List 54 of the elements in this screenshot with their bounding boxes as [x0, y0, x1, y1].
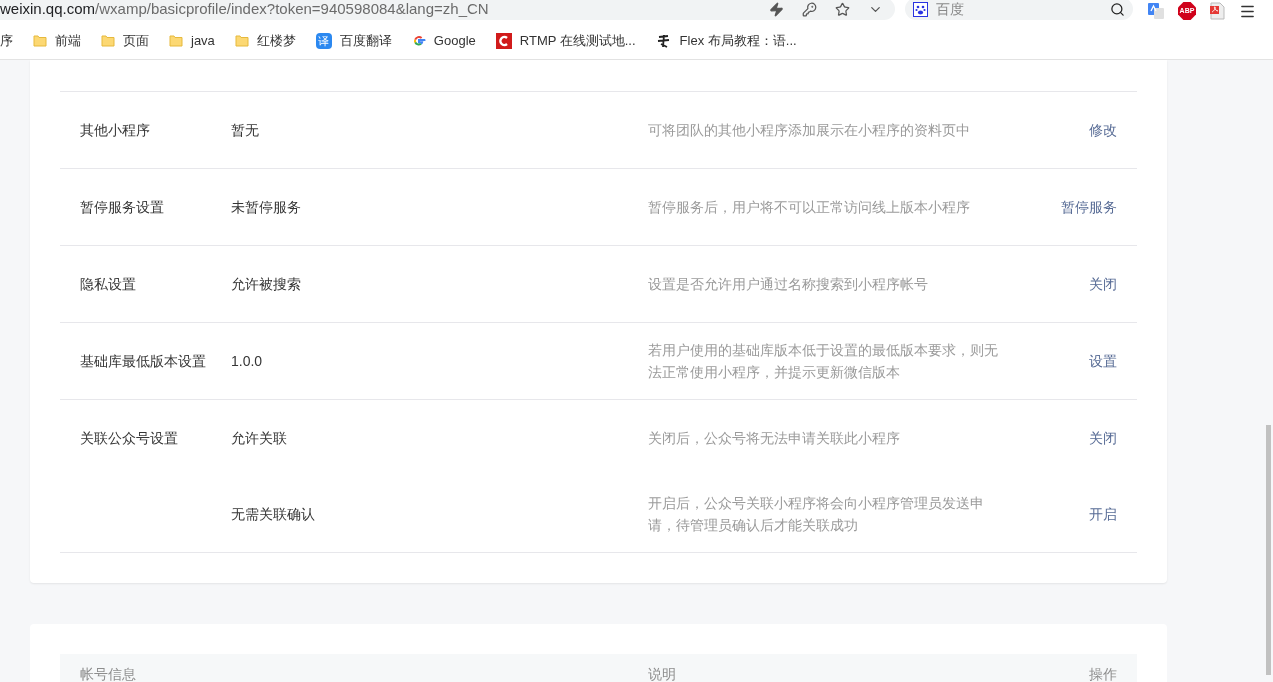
bookmark-item[interactable]: 序	[0, 30, 13, 51]
column-header: 帐号信息	[80, 664, 137, 682]
setting-description: 若用户使用的基础库版本低于设置的最低版本要求，则无法正常使用小程序，并提示更新微信版本	[648, 341, 999, 382]
action-link[interactable]: 修改	[1089, 119, 1117, 141]
setting-label: 隐私设置	[80, 274, 136, 294]
setting-value: 暂无	[231, 121, 259, 138]
setting-value: 允许被搜索	[231, 275, 301, 292]
folder-icon	[33, 33, 47, 48]
pdf-extension-icon[interactable]	[1209, 2, 1225, 20]
brush-stroke-icon	[655, 32, 672, 49]
setting-label: 其他小程序	[80, 120, 150, 140]
setting-label: 暂停服务设置	[80, 197, 164, 217]
url-text: weixin.qq.com/wxamp/basicprofile/index?token=940598084&lang=zh_CN	[0, 0, 489, 19]
paw-icon	[913, 1, 928, 17]
action-link[interactable]: 关闭	[1089, 273, 1117, 295]
folder-icon	[169, 33, 183, 48]
setting-value: 未暂停服务	[231, 198, 301, 215]
setting-description: 可将团队的其他小程序添加展示在小程序的资料页中	[648, 121, 971, 140]
translate-icon: 译	[315, 32, 332, 49]
translate-extension-icon[interactable]	[1147, 2, 1165, 20]
scrollbar-thumb[interactable]	[1266, 425, 1271, 675]
bookmark-item[interactable]: 译 百度翻译	[315, 30, 392, 51]
search-icon[interactable]	[1110, 1, 1125, 17]
bookmark-item[interactable]: java	[169, 30, 215, 51]
action-link[interactable]: 关闭	[1089, 427, 1117, 449]
bookmark-item[interactable]: 前端	[33, 30, 81, 51]
bookmark-item[interactable]: RTMP 在线测试地...	[495, 30, 636, 51]
bookmark-star-icon[interactable]	[835, 1, 850, 17]
setting-value: 无需关联确认	[231, 505, 315, 522]
setting-description: 关闭后，公众号将无法申请关联此小程序	[648, 429, 901, 448]
logo-icon	[495, 32, 512, 49]
setting-description: 暂停服务后，用户将不可以正常访问线上版本小程序	[648, 198, 971, 217]
action-link[interactable]: 开启	[1089, 503, 1117, 525]
setting-label: 基础库最低版本设置	[80, 351, 206, 371]
setting-description: 设置是否允许用户通过名称搜索到小程序帐号	[648, 275, 929, 294]
search-placeholder: 百度	[936, 0, 964, 19]
action-link[interactable]: 设置	[1089, 350, 1117, 372]
column-header: 操作	[1089, 664, 1117, 682]
folder-icon	[101, 33, 115, 48]
folder-icon	[234, 33, 249, 48]
setting-description: 开启后，公众号关联小程序将会向小程序管理员发送申请，待管理员确认后才能关联成功	[648, 494, 985, 535]
bookmark-item[interactable]: 红楼梦	[234, 30, 296, 51]
setting-value: 允许关联	[231, 429, 287, 446]
bookmark-item[interactable]: 页面	[101, 30, 149, 51]
key-icon[interactable]	[802, 1, 817, 17]
bookmark-item[interactable]: Google	[411, 30, 476, 51]
lightning-icon[interactable]	[769, 1, 784, 17]
column-header: 说明	[648, 664, 676, 682]
google-icon	[411, 33, 426, 48]
address-bar[interactable]: weixin.qq.com/wxamp/basicprofile/index?token=940598084&lang=zh_CN	[0, 0, 895, 20]
setting-label: 关联公众号设置	[80, 428, 178, 448]
bookmark-item[interactable]: Flex 布局教程：语...	[655, 30, 797, 51]
setting-value: 1.0.0	[231, 352, 263, 369]
action-link[interactable]: 暂停服务	[1061, 196, 1117, 218]
